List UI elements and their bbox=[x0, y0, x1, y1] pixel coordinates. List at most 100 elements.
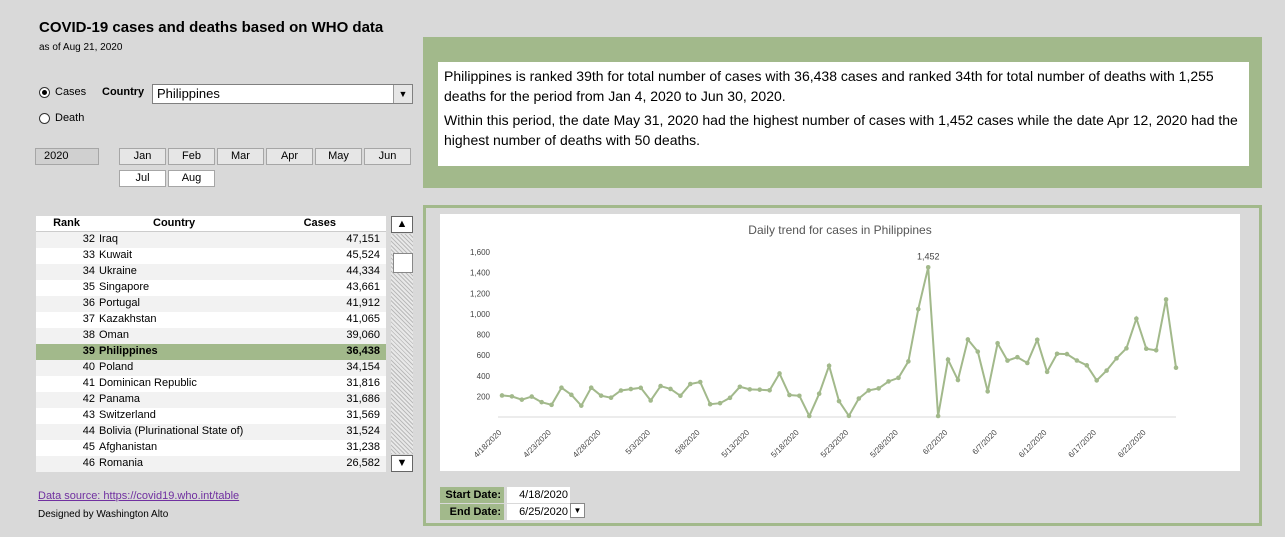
x-tick-label: 5/13/2020 bbox=[720, 428, 752, 460]
table-row[interactable]: 42 Panama 31,686 bbox=[36, 392, 386, 408]
x-tick-label: 6/2/2020 bbox=[921, 428, 950, 457]
country-cell: Portugal bbox=[99, 297, 140, 309]
table-scrollbar[interactable]: ▲ ▼ bbox=[391, 216, 413, 472]
radio-death-label: Death bbox=[55, 112, 85, 124]
rank-cell: 44 bbox=[82, 425, 95, 437]
table-row[interactable]: 39 Philippines 36,438 bbox=[36, 344, 386, 360]
rank-cell: 32 bbox=[82, 233, 95, 245]
start-date-label: Start Date: bbox=[440, 487, 504, 503]
cases-cell: 41,912 bbox=[346, 297, 380, 309]
data-point bbox=[678, 393, 683, 399]
data-point bbox=[697, 379, 703, 385]
data-point bbox=[1124, 346, 1129, 351]
data-point bbox=[628, 386, 634, 392]
data-point bbox=[1173, 365, 1179, 371]
table-row[interactable]: 40 Poland 34,154 bbox=[36, 360, 386, 376]
data-point bbox=[965, 337, 971, 342]
line-chart: Daily trend for cases in Philippines 200 4… bbox=[470, 223, 1179, 460]
table-header: Rank Country Cases bbox=[36, 216, 386, 232]
month-slicer-jun[interactable]: Jun bbox=[364, 148, 411, 165]
x-tick-label: 5/3/2020 bbox=[624, 428, 653, 457]
table-row[interactable]: 34 Ukraine 44,334 bbox=[36, 264, 386, 280]
end-date-value[interactable]: 6/25/2020 bbox=[507, 504, 570, 520]
data-point bbox=[618, 388, 624, 393]
table-row[interactable]: 35 Singapore 43,661 bbox=[36, 280, 386, 296]
data-point bbox=[1074, 358, 1080, 363]
radio-cases[interactable]: Cases bbox=[39, 86, 86, 98]
scroll-down-icon[interactable]: ▼ bbox=[391, 455, 413, 472]
data-point bbox=[806, 413, 812, 419]
data-point bbox=[975, 349, 981, 354]
data-point bbox=[747, 387, 753, 392]
data-point bbox=[658, 383, 663, 389]
data-point bbox=[688, 381, 693, 387]
data-point bbox=[1084, 363, 1090, 368]
table-row[interactable]: 44 Bolivia (Plurinational State of) 31,524 bbox=[36, 424, 386, 440]
month-slicer-mar[interactable]: Mar bbox=[217, 148, 264, 165]
rank-cell: 34 bbox=[82, 265, 95, 277]
chart-area: Daily trend for cases in Philippines 200 4… bbox=[440, 214, 1240, 471]
data-point bbox=[1163, 297, 1169, 302]
cases-cell: 43,661 bbox=[346, 281, 380, 293]
table-row[interactable]: 37 Kazakhstan 41,065 bbox=[36, 312, 386, 328]
as-of-date: as of Aug 21, 2020 bbox=[39, 42, 123, 53]
month-slicer-feb[interactable]: Feb bbox=[168, 148, 215, 165]
cases-cell: 39,060 bbox=[346, 329, 380, 341]
data-point bbox=[1134, 316, 1139, 321]
radio-death[interactable]: Death bbox=[39, 112, 84, 124]
data-point bbox=[668, 386, 673, 392]
cases-cell: 31,686 bbox=[346, 393, 380, 405]
data-point bbox=[737, 384, 743, 390]
country-cell: Kuwait bbox=[99, 249, 133, 261]
header-country: Country bbox=[153, 217, 196, 229]
data-point bbox=[945, 357, 951, 362]
data-point bbox=[549, 402, 554, 408]
table-row[interactable]: 46 Romania 26,582 bbox=[36, 456, 386, 472]
country-cell: Romania bbox=[99, 457, 144, 469]
country-cell: Iraq bbox=[99, 233, 118, 245]
data-source-link[interactable]: Data source: https://covid19.who.int/tab… bbox=[38, 490, 239, 502]
cases-cell: 31,569 bbox=[346, 409, 380, 421]
month-slicer-jan[interactable]: Jan bbox=[119, 148, 166, 165]
rank-cell: 46 bbox=[82, 457, 95, 469]
chevron-down-icon[interactable]: ▼ bbox=[393, 85, 412, 103]
year-slicer-2020[interactable]: 2020 bbox=[35, 148, 99, 165]
data-point bbox=[797, 393, 802, 399]
rank-cell: 41 bbox=[82, 377, 95, 389]
data-point bbox=[836, 398, 842, 404]
page-title: COVID-19 cases and deaths based on WHO d… bbox=[39, 19, 384, 36]
rank-cell: 33 bbox=[82, 249, 95, 261]
table-row[interactable]: 32 Iraq 47,151 bbox=[36, 232, 386, 248]
data-point bbox=[925, 264, 931, 270]
summary-line-peak: Within this period, the date May 31, 202… bbox=[444, 112, 1238, 148]
summary-text-box: Philippines is ranked 39th for total num… bbox=[438, 62, 1249, 166]
table-row[interactable]: 45 Afghanistan 31,238 bbox=[36, 440, 386, 456]
data-point bbox=[529, 394, 535, 399]
series-line bbox=[501, 267, 1177, 419]
start-date-value[interactable]: 4/18/2020 bbox=[507, 487, 570, 503]
rank-cell: 42 bbox=[82, 393, 95, 405]
month-slicer-jul[interactable]: Jul bbox=[119, 170, 166, 187]
data-point bbox=[598, 393, 604, 398]
table-row[interactable]: 43 Switzerland 31,569 bbox=[36, 408, 386, 424]
table-row[interactable]: 41 Dominican Republic 31,816 bbox=[36, 376, 386, 392]
table-row[interactable]: 33 Kuwait 45,524 bbox=[36, 248, 386, 264]
country-cell: Singapore bbox=[99, 281, 150, 293]
x-tick-label: 5/23/2020 bbox=[819, 428, 851, 460]
y-tick-label: 1,200 bbox=[470, 289, 491, 298]
data-point bbox=[787, 392, 792, 398]
country-dropdown[interactable]: Philippines ▼ bbox=[152, 84, 413, 104]
cases-cell: 45,524 bbox=[346, 249, 380, 261]
table-row[interactable]: 38 Oman 39,060 bbox=[36, 328, 386, 344]
month-slicer-may[interactable]: May bbox=[315, 148, 362, 165]
header-cases: Cases bbox=[303, 217, 336, 229]
data-point bbox=[1044, 369, 1050, 375]
scroll-up-icon[interactable]: ▲ bbox=[391, 216, 413, 233]
month-slicer-aug[interactable]: Aug bbox=[168, 170, 215, 187]
rank-cell: 40 bbox=[82, 361, 95, 373]
month-slicer-apr[interactable]: Apr bbox=[266, 148, 313, 165]
chevron-down-icon[interactable]: ▼ bbox=[570, 503, 585, 518]
table-row[interactable]: 36 Portugal 41,912 bbox=[36, 296, 386, 312]
data-point bbox=[509, 394, 515, 399]
scrollbar-thumb[interactable] bbox=[393, 253, 413, 273]
